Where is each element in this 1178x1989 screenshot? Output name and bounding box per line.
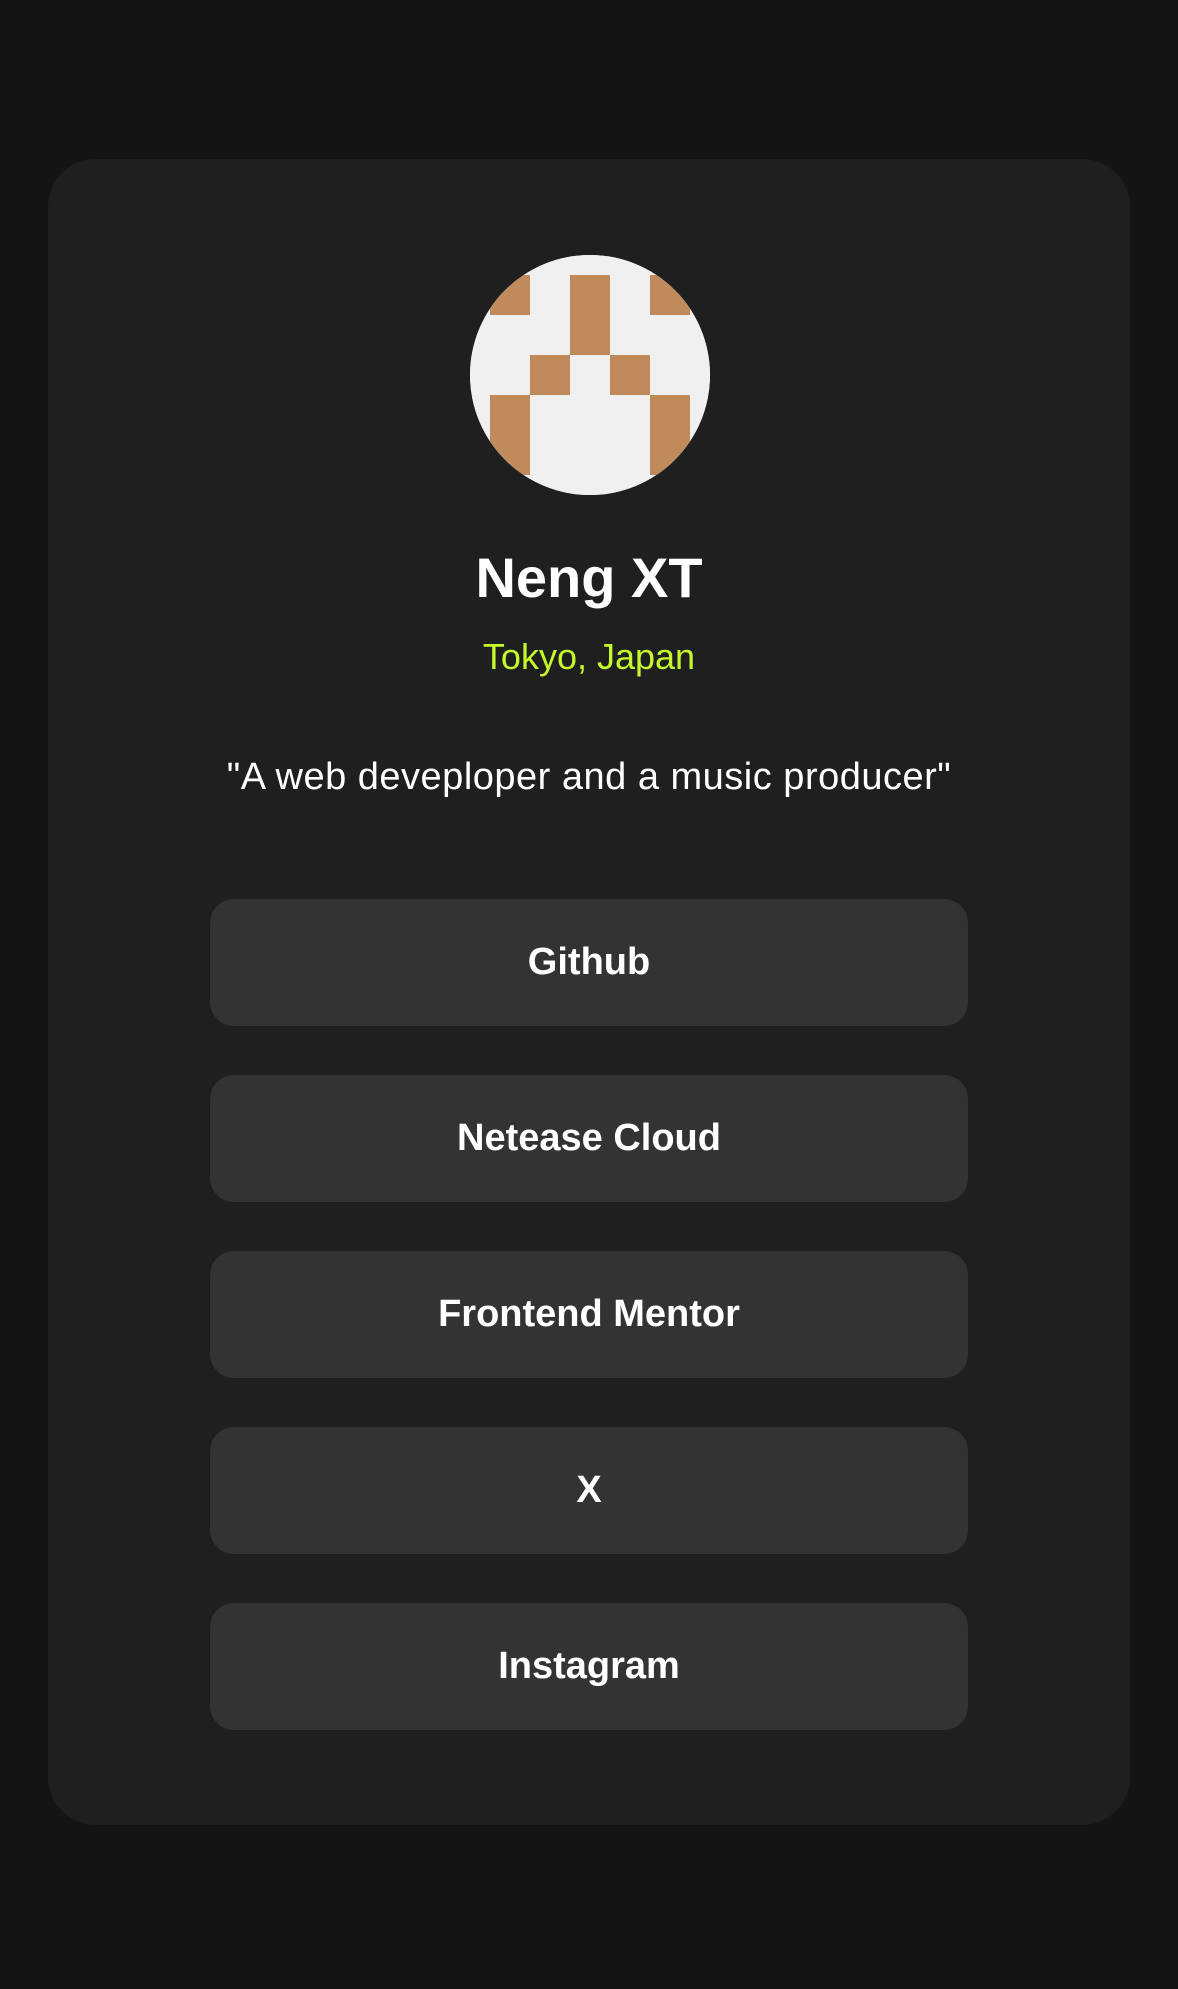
x-link-button[interactable]: X [210,1427,968,1554]
profile-card: Neng XT Tokyo, Japan "A web deveploper a… [48,159,1130,1825]
github-link-button[interactable]: Github [210,899,968,1026]
social-links-list: Github Netease Cloud Frontend Mentor X I… [210,899,968,1779]
avatar-pattern-icon [470,255,710,495]
instagram-link-button[interactable]: Instagram [210,1603,968,1730]
frontend-mentor-link-button[interactable]: Frontend Mentor [210,1251,968,1378]
netease-cloud-link-button[interactable]: Netease Cloud [210,1075,968,1202]
avatar [470,255,710,495]
profile-bio: "A web deveploper and a music producer" [226,756,952,798]
profile-name: Neng XT [475,546,703,609]
profile-location: Tokyo, Japan [482,636,696,677]
